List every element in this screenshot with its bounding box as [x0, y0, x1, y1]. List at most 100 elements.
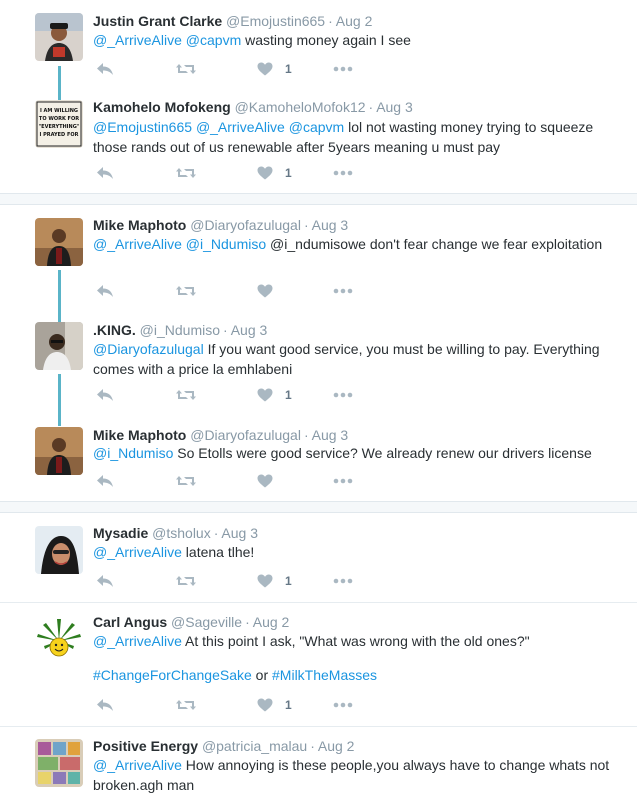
- conversation-separator: [0, 193, 637, 205]
- tweet-header: Justin Grant Clarke @Emojustin665 · Aug 2: [93, 12, 372, 30]
- reply-button[interactable]: [96, 696, 114, 714]
- retweet-button[interactable]: [175, 282, 197, 300]
- like-count: 1: [285, 166, 292, 180]
- like-button[interactable]: 1: [257, 572, 292, 590]
- mention-link[interactable]: @_ArriveAlive: [93, 544, 182, 560]
- like-button[interactable]: 1: [257, 696, 292, 714]
- timestamp[interactable]: Aug 2: [318, 738, 355, 754]
- display-name[interactable]: Mike Maphoto: [93, 427, 186, 443]
- mention-link[interactable]: @_ArriveAlive: [93, 32, 182, 48]
- user-handle[interactable]: @i_Ndumiso: [140, 322, 220, 338]
- like-button[interactable]: 1: [257, 164, 292, 182]
- more-button[interactable]: [333, 164, 353, 182]
- avatar[interactable]: [35, 322, 83, 370]
- tweet-header: Carl Angus @Sageville · Aug 2: [93, 613, 289, 631]
- more-icon: [333, 170, 353, 176]
- reply-button[interactable]: [96, 572, 114, 590]
- mention-link[interactable]: @_ArriveAlive: [93, 633, 182, 649]
- retweet-button[interactable]: [175, 386, 197, 404]
- like-button[interactable]: [257, 472, 285, 490]
- tweet-header: Positive Energy @patricia_malau · Aug 2: [93, 737, 354, 755]
- reply-icon: [96, 284, 114, 298]
- display-name[interactable]: .KING.: [93, 322, 136, 338]
- more-button[interactable]: [333, 572, 353, 590]
- more-icon: [333, 702, 353, 708]
- user-handle[interactable]: @Sageville: [171, 614, 242, 630]
- like-count: 1: [285, 574, 292, 588]
- avatar[interactable]: [35, 13, 83, 61]
- user-handle[interactable]: @Diaryofazulugal: [190, 217, 301, 233]
- mention-link[interactable]: @_ArriveAlive: [93, 757, 182, 773]
- heart-icon: [257, 166, 273, 180]
- mention-link[interactable]: @Emojustin665: [93, 119, 192, 135]
- mention-link[interactable]: @_ArriveAlive: [93, 236, 182, 252]
- user-handle[interactable]: @tsholux: [152, 525, 211, 541]
- retweet-button[interactable]: [175, 60, 197, 78]
- retweet-button[interactable]: [175, 164, 197, 182]
- timestamp[interactable]: Aug 3: [231, 322, 268, 338]
- display-name[interactable]: Kamohelo Mofokeng: [93, 99, 231, 115]
- like-count: 1: [285, 388, 292, 402]
- tweet-text-segment: @i_ndumisowe don't fear change we fear e…: [266, 236, 603, 252]
- avatar-image: [35, 218, 83, 266]
- reply-button[interactable]: [96, 164, 114, 182]
- timestamp[interactable]: Aug 3: [376, 99, 413, 115]
- user-handle[interactable]: @Diaryofazulugal: [190, 427, 301, 443]
- timestamp[interactable]: Aug 3: [221, 525, 258, 541]
- like-button[interactable]: [257, 282, 285, 300]
- timestamp[interactable]: Aug 2: [336, 13, 373, 29]
- mention-link[interactable]: @Diaryofazulugal: [93, 341, 204, 357]
- display-name[interactable]: Positive Energy: [93, 738, 198, 754]
- tweet-text-segment: At this point I ask, "What was wrong wit…: [181, 633, 530, 649]
- tweet-actions: 1: [93, 60, 393, 78]
- more-button[interactable]: [333, 60, 353, 78]
- separator-dot: ·: [223, 322, 228, 338]
- hashtag-link[interactable]: #MilkTheMasses: [272, 667, 377, 683]
- more-button[interactable]: [333, 472, 353, 490]
- avatar[interactable]: [35, 218, 83, 266]
- hashtag-link[interactable]: #ChangeForChangeSake: [93, 667, 252, 683]
- timestamp[interactable]: Aug 3: [312, 427, 349, 443]
- retweet-icon: [175, 62, 197, 76]
- avatar[interactable]: I AM WILLING TO WORK FOR "EVERYTHING" I …: [35, 100, 83, 148]
- display-name[interactable]: Mike Maphoto: [93, 217, 186, 233]
- mention-link[interactable]: @capvm: [289, 119, 344, 135]
- tweet-text: @_ArriveAlive How annoying is these peop…: [93, 755, 613, 795]
- timestamp[interactable]: Aug 3: [312, 217, 349, 233]
- retweet-button[interactable]: [175, 472, 197, 490]
- tweet-text: @_ArriveAlive At this point I ask, "What…: [93, 631, 613, 685]
- retweet-icon: [175, 388, 197, 402]
- retweet-button[interactable]: [175, 572, 197, 590]
- avatar-image: [35, 427, 83, 475]
- retweet-button[interactable]: [175, 696, 197, 714]
- display-name[interactable]: Mysadie: [93, 525, 148, 541]
- like-button[interactable]: 1: [257, 60, 292, 78]
- reply-icon: [96, 474, 114, 488]
- mention-link[interactable]: @_ArriveAlive: [196, 119, 285, 135]
- reply-button[interactable]: [96, 282, 114, 300]
- tweet-text: @i_Ndumiso So Etolls were good service? …: [93, 443, 613, 463]
- avatar[interactable]: [35, 427, 83, 475]
- user-handle[interactable]: @Emojustin665: [226, 13, 325, 29]
- more-button[interactable]: [333, 386, 353, 404]
- avatar[interactable]: [35, 739, 83, 787]
- timestamp[interactable]: Aug 2: [253, 614, 290, 630]
- reply-button[interactable]: [96, 472, 114, 490]
- user-handle[interactable]: @KamoheloMofok12: [235, 99, 366, 115]
- user-handle[interactable]: @patricia_malau: [202, 738, 307, 754]
- mention-link[interactable]: @i_Ndumiso: [186, 236, 266, 252]
- like-button[interactable]: 1: [257, 386, 292, 404]
- mention-link[interactable]: @capvm: [186, 32, 241, 48]
- avatar[interactable]: [35, 526, 83, 574]
- retweet-icon: [175, 166, 197, 180]
- more-button[interactable]: [333, 282, 353, 300]
- more-button[interactable]: [333, 696, 353, 714]
- avatar-image: [35, 615, 83, 663]
- heart-icon: [257, 474, 273, 488]
- display-name[interactable]: Justin Grant Clarke: [93, 13, 222, 29]
- mention-link[interactable]: @i_Ndumiso: [93, 445, 173, 461]
- reply-button[interactable]: [96, 60, 114, 78]
- display-name[interactable]: Carl Angus: [93, 614, 167, 630]
- reply-button[interactable]: [96, 386, 114, 404]
- avatar[interactable]: [35, 615, 83, 663]
